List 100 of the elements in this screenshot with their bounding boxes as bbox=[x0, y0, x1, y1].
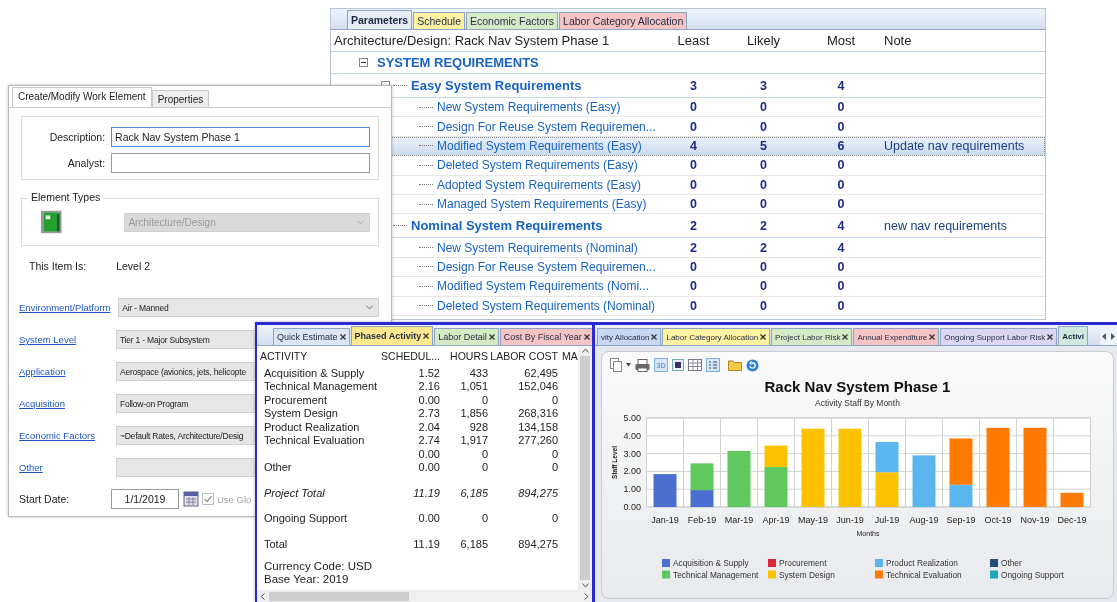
scrollbar-thumb[interactable] bbox=[269, 591, 409, 601]
tab[interactable]: Ongoing Support Labor Risk bbox=[940, 328, 1058, 345]
tab[interactable]: Labor Category Allocation bbox=[662, 328, 771, 345]
labor-cost-cell-text: 277,260 bbox=[517, 434, 558, 448]
grid-icon[interactable] bbox=[688, 359, 702, 371]
column-header: SCHEDUL... bbox=[380, 349, 440, 364]
close-icon[interactable] bbox=[651, 334, 658, 340]
close-icon[interactable] bbox=[760, 334, 767, 340]
scroll-right-icon[interactable] bbox=[1110, 333, 1115, 340]
refresh-icon[interactable] bbox=[746, 358, 759, 372]
caret-icon[interactable] bbox=[626, 363, 631, 367]
folder-icon[interactable] bbox=[728, 359, 742, 371]
date-field[interactable]: 1/1/2019 bbox=[111, 489, 179, 509]
least-value: 0 bbox=[689, 158, 698, 173]
close-icon[interactable] bbox=[339, 334, 346, 340]
likely-value: 0 bbox=[759, 298, 768, 313]
labor-cost-cell-text: 894,275 bbox=[517, 537, 558, 551]
horizontal-scrollbar[interactable] bbox=[257, 590, 592, 602]
hours-cell-text: 0 bbox=[480, 461, 488, 475]
y-tick-label: 5.00 bbox=[623, 413, 641, 423]
field-link[interactable]: Economic Factors bbox=[19, 430, 108, 441]
tab[interactable]: Activi bbox=[1058, 326, 1089, 345]
tab[interactable]: Properties bbox=[151, 90, 210, 107]
chart-title: Rack Nav System Phase 1 bbox=[764, 378, 951, 395]
analyst-field[interactable] bbox=[111, 153, 370, 173]
tab[interactable]: Create/Modify Work Element bbox=[12, 87, 152, 107]
x-tick-label: Jul-19 bbox=[874, 515, 900, 525]
activity-cell-text: Acquisition & Supply bbox=[263, 366, 366, 380]
tab[interactable]: Phased Activity bbox=[350, 326, 434, 345]
field-link[interactable]: Acquisition bbox=[19, 398, 108, 409]
tab[interactable]: Schedule bbox=[413, 12, 465, 29]
hours-cell-text: 6,185 bbox=[459, 537, 488, 551]
tab[interactable]: Parameters bbox=[347, 10, 413, 29]
most-value: 0 bbox=[836, 158, 846, 173]
footer-text: Currency Code: USD bbox=[264, 560, 373, 574]
close-icon[interactable] bbox=[423, 333, 430, 339]
legend-icon[interactable] bbox=[706, 358, 720, 372]
close-icon[interactable] bbox=[842, 334, 849, 340]
scroll-left-icon[interactable] bbox=[1102, 333, 1107, 340]
column-header: Note bbox=[883, 33, 913, 48]
scroll-left-icon[interactable] bbox=[260, 592, 265, 600]
y-tick-label: 0.00 bbox=[623, 502, 641, 512]
column-header: LABOR COST bbox=[489, 349, 558, 364]
least-value: 0 bbox=[689, 259, 698, 274]
calendar-icon[interactable] bbox=[183, 491, 199, 507]
tree-item-label: New System Requirements (Nominal) bbox=[437, 240, 638, 255]
labor-cost-cell-text: 894,275 bbox=[517, 486, 558, 500]
field-link[interactable]: Environment/Platform bbox=[19, 302, 111, 313]
close-icon[interactable] bbox=[583, 334, 590, 340]
likely-value: 0 bbox=[759, 177, 768, 192]
labor-cost-cell-text: 0 bbox=[550, 393, 558, 407]
group-legend: Element Types bbox=[28, 191, 104, 203]
field-link[interactable]: System Level bbox=[19, 334, 108, 345]
tab[interactable]: Labor Detail bbox=[434, 328, 499, 345]
field-label: Start Date: bbox=[19, 493, 71, 505]
scroll-down-icon[interactable] bbox=[581, 583, 589, 588]
tab[interactable]: Project Labor Risk bbox=[771, 328, 853, 345]
tab[interactable]: Quick Estimate bbox=[273, 328, 350, 345]
close-icon[interactable] bbox=[488, 334, 495, 340]
scroll-up-icon[interactable] bbox=[581, 348, 589, 353]
field-link[interactable]: Application bbox=[19, 366, 108, 377]
close-icon[interactable] bbox=[1047, 334, 1054, 340]
print-icon[interactable] bbox=[635, 358, 650, 372]
tree-item-label: SYSTEM REQUIREMENTS bbox=[377, 55, 539, 70]
y-tick-label: 4.00 bbox=[623, 430, 641, 441]
x-tick-label: Feb-19 bbox=[687, 515, 717, 525]
most-value: 0 bbox=[836, 119, 846, 134]
legend-item: Procurement bbox=[768, 558, 827, 568]
likely-value: 2 bbox=[759, 240, 768, 255]
schedule-cell-text: 0.00 bbox=[417, 461, 440, 475]
field-dropdown[interactable]: Air - Manned bbox=[118, 298, 379, 317]
scroll-right-icon[interactable] bbox=[584, 592, 589, 600]
scrollbar-thumb[interactable] bbox=[580, 356, 590, 580]
tab[interactable]: Annual Expenditure bbox=[853, 328, 940, 345]
tab[interactable]: Economic Factors bbox=[466, 12, 559, 29]
description-field[interactable]: Rack Nav System Phase 1 bbox=[111, 127, 370, 147]
schedule-cell-text: 1.52 bbox=[417, 366, 440, 380]
tree-row[interactable]: SYSTEM REQUIREMENTS bbox=[331, 52, 1045, 74]
least-value: 0 bbox=[689, 279, 698, 294]
column-header: Likely bbox=[745, 33, 782, 48]
hours-cell-text: 0 bbox=[480, 447, 488, 461]
vertical-scrollbar[interactable] bbox=[578, 346, 592, 590]
x-tick-label: Dec-19 bbox=[1057, 515, 1087, 525]
tab[interactable]: vity Allocation bbox=[597, 328, 662, 345]
close-icon[interactable] bbox=[929, 334, 936, 340]
column-header: Architecture/Design: Rack Nav System Phase 1 bbox=[333, 33, 611, 48]
most-value: 6 bbox=[836, 138, 846, 153]
tab[interactable]: Cost By Fiscal Year bbox=[499, 328, 592, 345]
hours-cell-text: 1,856 bbox=[459, 407, 488, 421]
collapse-icon[interactable] bbox=[359, 58, 368, 67]
likely-value: 0 bbox=[759, 158, 768, 173]
x-tick-label: Sep-19 bbox=[946, 515, 976, 525]
hours-cell-text: 1,917 bbox=[459, 434, 488, 448]
field-link[interactable]: Other bbox=[19, 462, 108, 473]
tree-item-label: Modified System Requirements (Easy) bbox=[437, 138, 642, 153]
tree-item-label: Managed System Requirements (Easy) bbox=[437, 197, 647, 212]
field-label: Description: bbox=[48, 131, 106, 143]
tab[interactable]: Labor Category Allocation bbox=[559, 12, 688, 29]
legend-item: Ongoing Support bbox=[990, 569, 1064, 580]
hours-cell-text: 433 bbox=[468, 366, 488, 380]
